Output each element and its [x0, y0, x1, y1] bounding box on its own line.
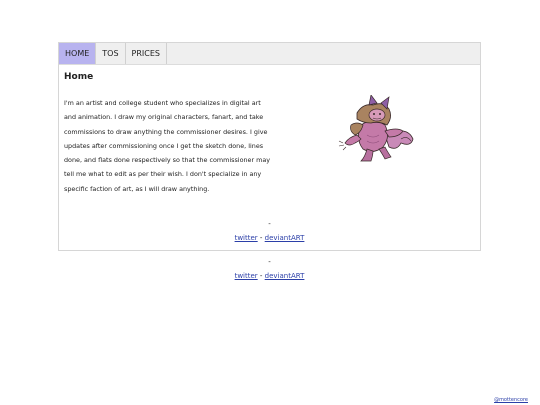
twitter-link[interactable]: twitter — [235, 272, 258, 280]
page-title: Home — [64, 72, 94, 82]
deviantart-link[interactable]: deviantART — [265, 272, 305, 280]
tab-home[interactable]: HOME — [59, 43, 97, 64]
character-illustration — [338, 95, 414, 162]
inner-footer-separator: - — [268, 220, 271, 228]
outer-footer-separator: - — [268, 258, 271, 266]
tab-tos[interactable]: TOS — [96, 43, 124, 64]
link-separator: - — [259, 272, 263, 280]
deviantart-link[interactable]: deviantART — [265, 234, 305, 242]
link-separator: - — [259, 234, 263, 242]
tab-prices[interactable]: PRICES — [124, 43, 168, 64]
intro-paragraph: I'm an artist and college student who sp… — [64, 99, 271, 193]
twitter-link[interactable]: twitter — [235, 234, 258, 242]
credit-link[interactable]: @mottencore — [494, 397, 528, 403]
tab-bar: HOME TOS PRICES — [59, 43, 480, 65]
inner-footer-links: twitter - deviantART — [59, 234, 480, 242]
content-card: HOME TOS PRICES Home I'm an artist and c… — [58, 42, 481, 251]
outer-footer-links: twitter - deviantART — [58, 272, 481, 280]
